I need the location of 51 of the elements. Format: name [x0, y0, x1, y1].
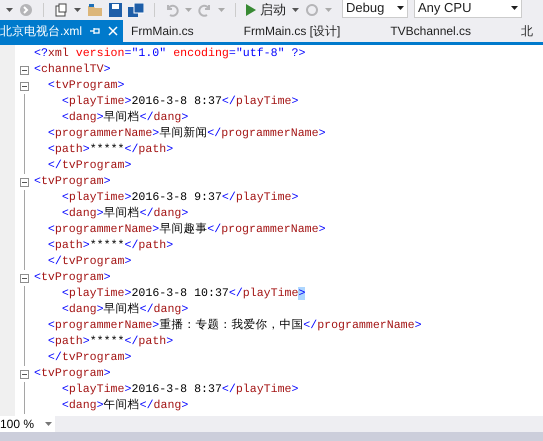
code-line: <tvProgram> [34, 174, 111, 190]
code-line: <tvProgram> [34, 366, 111, 382]
code-line: <dang>早间档</dang> [60, 302, 188, 318]
code-line: <tvProgram> [46, 78, 124, 94]
configuration-dropdown[interactable]: Debug [342, 0, 408, 18]
code-line: <path>*****</path> [46, 142, 174, 158]
horizontal-scrollbar[interactable] [0, 432, 543, 441]
code-line: <playTime>2016-3-8 9:37</playTime> [60, 190, 298, 206]
pin-icon[interactable] [90, 26, 100, 36]
code-line: </tvProgram> [46, 254, 132, 270]
collapse-icon[interactable] [20, 66, 29, 74]
new-item-icon[interactable] [54, 2, 68, 16]
document-tab[interactable]: 北 [515, 20, 534, 42]
folder-icon[interactable] [87, 2, 103, 16]
code-line: <dang>午间档</dang> [60, 398, 188, 414]
code-line: <playTime>2016-3-8 8:37</playTime> [60, 94, 298, 110]
caret-icon [511, 6, 518, 10]
close-icon[interactable] [108, 26, 118, 36]
code-line: </tvProgram> [46, 350, 132, 366]
code-line: <dang>早间档</dang> [60, 110, 188, 126]
save-all-icon[interactable] [128, 2, 144, 16]
code-line: <path>*****</path> [46, 238, 174, 254]
document-tab[interactable]: FrmMain.cs [125, 20, 238, 42]
code-line: <playTime>2016-3-8 8:37</playTime> [60, 382, 298, 398]
code-line: <programmerName>重播：专题：我爱你，中国</programmerName> [46, 318, 422, 334]
platform-dropdown[interactable]: Any CPU [414, 0, 522, 18]
code-line: <programmerName>早间新闻</programmerName> [46, 126, 326, 142]
caret-icon[interactable] [6, 8, 13, 12]
code-line: <playTime>2016-3-8 10:37</playTime> [60, 286, 306, 302]
code-line: <path>*****</path> [46, 334, 174, 350]
play-icon [246, 4, 256, 16]
document-tab[interactable]: TVBchannel.cs [384, 20, 516, 42]
collapse-icon[interactable] [20, 178, 29, 186]
code-line: </tvProgram> [46, 158, 132, 174]
collapse-icon[interactable] [20, 274, 29, 282]
collapse-icon[interactable] [20, 370, 29, 378]
code-line: <tvProgram> [34, 270, 111, 286]
collapse-icon[interactable] [20, 82, 29, 90]
start-button[interactable]: 启动 [246, 0, 286, 20]
caret-icon [45, 422, 52, 426]
code-line: <programmerName>早间趣事</programmerName> [46, 222, 326, 238]
code-line: <?xml version="1.0" encoding="utf-8" ?> [34, 46, 306, 62]
caret-icon [397, 6, 404, 10]
document-tab[interactable]: 北京电视台.xml [0, 20, 123, 42]
caret-icon[interactable] [74, 8, 81, 12]
zoom-dropdown[interactable]: 100 % [0, 416, 55, 432]
document-tab[interactable]: FrmMain.cs [设计] [238, 20, 384, 42]
caret-icon[interactable] [292, 8, 299, 12]
save-icon[interactable] [109, 2, 122, 16]
code-line: <dang>早间档</dang> [60, 206, 188, 222]
code-line: <channelTV> [34, 62, 111, 78]
